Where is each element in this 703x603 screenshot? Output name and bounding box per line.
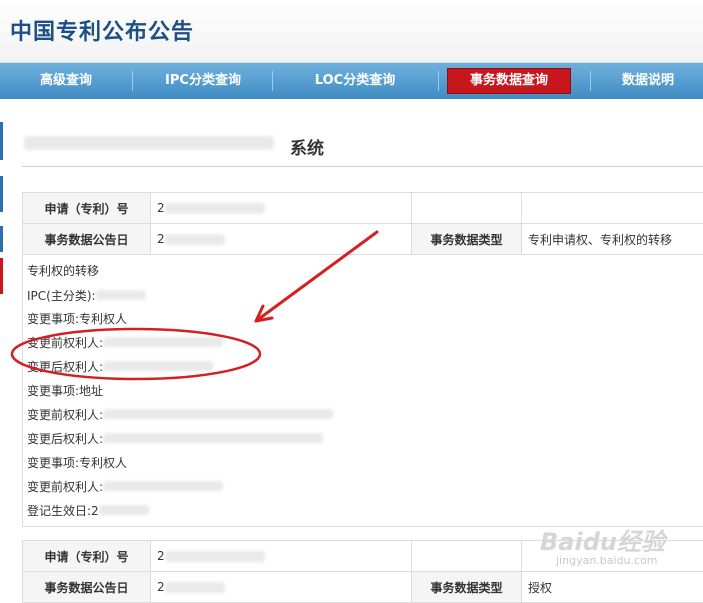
annotation-ellipse (12, 329, 260, 379)
annotation-overlay (0, 0, 703, 596)
annotation-arrow-line (256, 232, 377, 321)
baidu-watermark-url: jingyan.baidu.com (556, 554, 658, 567)
baidu-watermark: Baidu经验 (540, 522, 665, 557)
